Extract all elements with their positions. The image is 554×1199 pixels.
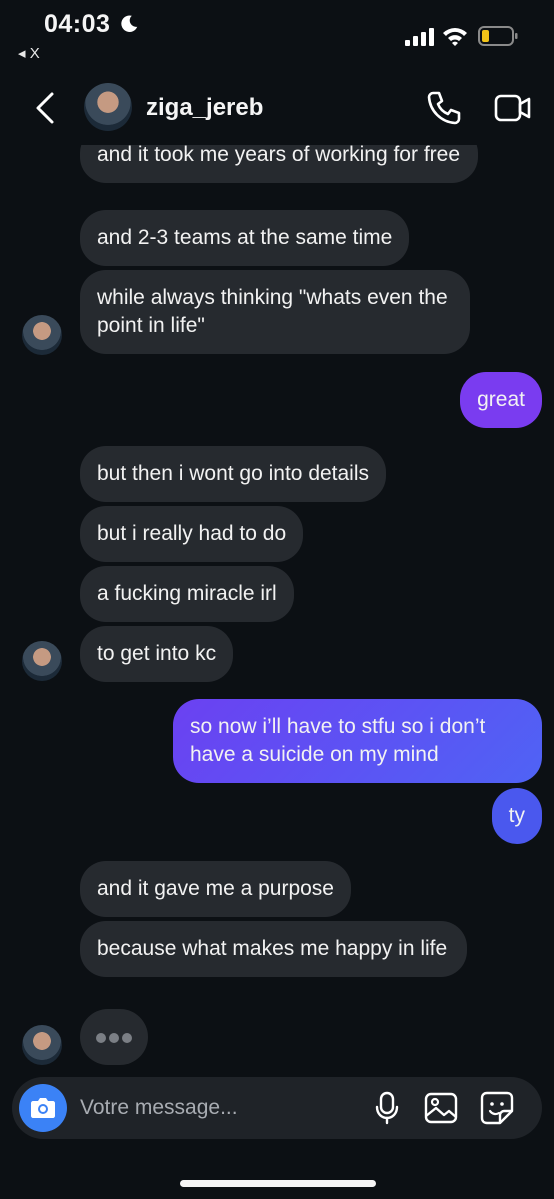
status-time: 04:03 xyxy=(44,10,111,38)
message-outgoing[interactable]: so now i’ll have to stfu so i don’t have… xyxy=(173,699,542,783)
message-incoming[interactable]: and it took me years of working for free xyxy=(80,145,478,183)
message-outgoing[interactable]: great xyxy=(460,372,542,428)
message-incoming[interactable]: to get into kc xyxy=(80,626,234,682)
sender-avatar[interactable] xyxy=(22,1025,62,1065)
typing-dot xyxy=(96,1033,106,1043)
message-incoming[interactable]: while always thinking "whats even the po… xyxy=(80,270,470,354)
sender-avatar[interactable] xyxy=(22,315,62,355)
back-to-app-link[interactable]: ◂ X xyxy=(18,44,40,62)
contact-avatar[interactable] xyxy=(84,83,132,131)
message-input[interactable] xyxy=(80,1077,360,1139)
message-incoming[interactable]: but then i wont go into details xyxy=(80,446,387,502)
message-incoming[interactable]: a fucking miracle irl xyxy=(80,566,294,622)
microphone-icon[interactable] xyxy=(374,1091,400,1125)
message-incoming[interactable]: but i really had to do xyxy=(80,506,304,562)
contact-username[interactable]: ziga_jereb xyxy=(146,94,263,122)
typing-dot xyxy=(109,1033,119,1043)
typing-dot xyxy=(122,1033,132,1043)
message-incoming[interactable]: because what makes me happy in life xyxy=(80,921,467,977)
message-incoming[interactable]: and 2-3 teams at the same time xyxy=(80,210,410,266)
wifi-icon xyxy=(443,28,467,46)
chat-header: ziga_jereb xyxy=(0,70,554,145)
battery-icon xyxy=(478,26,518,46)
status-bar: 04:03 ◂ X xyxy=(0,0,554,70)
signal-icon xyxy=(405,28,434,46)
message-incoming[interactable]: and it gave me a purpose xyxy=(80,861,351,917)
message-outgoing[interactable]: ty xyxy=(491,788,542,844)
sender-avatar[interactable] xyxy=(22,641,62,681)
sticker-icon[interactable] xyxy=(480,1091,514,1125)
gallery-icon[interactable] xyxy=(424,1092,458,1124)
home-indicator[interactable] xyxy=(180,1180,376,1187)
camera-button[interactable] xyxy=(19,1084,67,1132)
message-composer xyxy=(12,1077,542,1139)
video-camera-icon[interactable] xyxy=(494,90,532,126)
moon-icon xyxy=(121,15,138,32)
message-thread[interactable]: and it took me years of working for free… xyxy=(0,145,554,1070)
phone-icon[interactable] xyxy=(424,88,464,128)
camera-icon xyxy=(31,1098,55,1118)
typing-indicator xyxy=(80,1009,148,1065)
back-arrow-icon[interactable] xyxy=(30,88,60,128)
